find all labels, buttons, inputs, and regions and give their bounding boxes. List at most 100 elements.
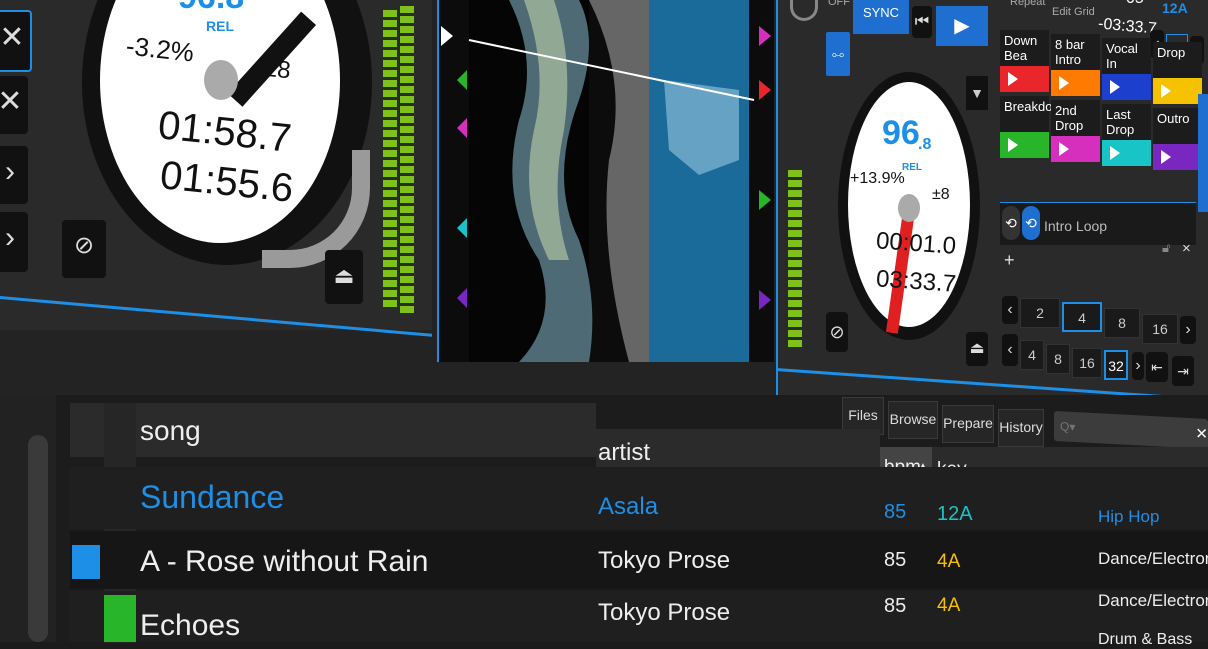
row-color-marker	[104, 595, 136, 642]
hot-cue-grid: Down Bea 8 bar Intro Vocal In Drop Breakdow 2…	[1000, 30, 1202, 226]
chevron-right-icon[interactable]: ›	[0, 146, 28, 204]
sidebar-scrollbar[interactable]	[28, 435, 48, 642]
beatjump-button[interactable]: 8	[1104, 308, 1140, 338]
add-loop-button[interactable]: +	[1004, 250, 1015, 271]
right-level-meter	[788, 170, 802, 350]
close-icon[interactable]: ✕	[0, 10, 32, 72]
hot-cue-pad[interactable]: Down Bea	[1000, 30, 1049, 92]
tab-history[interactable]: History	[998, 409, 1044, 447]
hot-cue-trigger[interactable]	[1051, 136, 1100, 162]
hot-cue-trigger[interactable]	[1153, 78, 1202, 104]
repeat-label[interactable]: Repeat	[1010, 0, 1045, 8]
time-elapsed: 00:01.0	[875, 227, 957, 260]
track-genre: Dance/Electronic	[1098, 591, 1208, 610]
sync-button[interactable]: SYNC	[853, 0, 909, 34]
previous-icon[interactable]: ⏮	[912, 6, 932, 38]
bpm-int: 96	[882, 114, 920, 152]
autoloop-button[interactable]: 4	[1020, 340, 1044, 370]
rel-label: REL	[206, 18, 234, 34]
play-icon	[1008, 72, 1018, 86]
link-icon[interactable]: ⧟	[826, 32, 850, 76]
left-level-meter	[383, 10, 397, 310]
track-key: 12A	[937, 503, 973, 525]
play-icon	[1161, 84, 1171, 98]
loop-active-icon[interactable]: ⟲	[1022, 206, 1040, 240]
hot-cue-pad[interactable]: Drop	[1153, 42, 1202, 104]
chevron-right-icon[interactable]: ›	[0, 212, 28, 272]
hot-cue-pad[interactable]: Last Drop	[1102, 104, 1151, 166]
dropdown-icon[interactable]: ▼	[966, 76, 988, 110]
hot-cue-pad[interactable]: Outro	[1153, 108, 1202, 170]
bpm-readout: 96.8	[178, 0, 244, 17]
loop-icon[interactable]: ⟲	[1002, 206, 1020, 240]
track-artist: Tokyo Prose	[598, 599, 731, 626]
track-song: Echoes	[140, 609, 241, 642]
search-input[interactable]	[1058, 415, 1192, 445]
close-icon[interactable]: ✕	[0, 76, 28, 134]
eject-icon[interactable]: ⏏	[325, 250, 363, 304]
chevron-right-icon[interactable]: ›	[1180, 316, 1196, 344]
play-icon	[1161, 150, 1171, 164]
column-header-song[interactable]: song	[140, 415, 201, 447]
hot-cue-label: Drop	[1153, 42, 1202, 78]
column-header-artist[interactable]: artist	[598, 439, 650, 467]
hot-cue-trigger[interactable]	[1000, 132, 1049, 158]
tab-browse[interactable]: Browse	[888, 401, 938, 439]
hot-cue-pad[interactable]: Breakdow	[1000, 96, 1062, 158]
autoloop-button[interactable]: 32	[1104, 350, 1128, 380]
track-bpm: 85	[884, 501, 907, 523]
beatjump-button[interactable]: 4	[1062, 302, 1102, 332]
track-key: 4A	[937, 551, 961, 572]
chevron-left-icon[interactable]: ‹	[1002, 334, 1018, 366]
hot-cue-trigger[interactable]	[1153, 144, 1202, 170]
decks-area: ✕ ✕ › › 96.8 REL -3.2% ±8 01:58.7 01:55.…	[0, 0, 1208, 402]
hot-cue-trigger[interactable]	[1051, 70, 1100, 96]
time-remaining: 03:33.7	[875, 265, 957, 298]
platter-hub	[204, 60, 238, 100]
play-button[interactable]: ▶	[936, 6, 988, 46]
loop-double-icon[interactable]: ⇥	[1172, 356, 1194, 386]
off-label: OFF	[828, 0, 850, 8]
hot-cue-label: Vocal In	[1102, 38, 1151, 74]
rel-label: REL	[902, 162, 922, 173]
hot-cue-trigger[interactable]	[1102, 140, 1151, 166]
close-icon[interactable]: ✕	[1195, 424, 1208, 443]
track-genre: Dance/Electronic	[1098, 549, 1208, 568]
hot-cue-label: 2nd Drop	[1051, 100, 1100, 136]
hot-cue-trigger[interactable]	[1000, 66, 1049, 92]
play-icon	[1008, 138, 1018, 152]
eject-icon[interactable]: ⏏	[966, 332, 988, 366]
slip-icon[interactable]: ⊘	[62, 220, 106, 278]
autoloop-button[interactable]: 16	[1072, 348, 1102, 378]
slip-icon[interactable]: ⊘	[826, 312, 848, 352]
hot-cue-label: 8 bar Intro	[1051, 34, 1100, 70]
search-box[interactable]: ✕	[1054, 410, 1208, 450]
beatjump-button[interactable]: 16	[1142, 314, 1178, 344]
pitch-readout: +13.9%	[850, 170, 905, 187]
hot-cue-label: Outro	[1153, 108, 1202, 144]
edit-grid-label[interactable]: Edit Grid	[1052, 6, 1095, 18]
loop-half-icon[interactable]: ⇤	[1146, 352, 1168, 382]
track-song: A - Rose without Rain	[140, 545, 429, 578]
beatjump-button[interactable]: 2	[1020, 298, 1060, 328]
autoloop-button[interactable]: 8	[1046, 344, 1070, 374]
close-button[interactable]: ×	[1182, 240, 1191, 257]
video-icon	[72, 545, 100, 579]
hot-cue-label: Last Drop	[1102, 104, 1151, 140]
chevron-left-icon[interactable]: ‹	[1002, 296, 1018, 324]
hot-cue-label: Breakdow	[1000, 96, 1062, 132]
cue-scroll-tab[interactable]	[1198, 94, 1208, 212]
tab-prepare[interactable]: Prepare	[942, 405, 994, 443]
play-icon	[1059, 142, 1069, 156]
hot-cue-trigger[interactable]	[1102, 74, 1151, 100]
hot-cue-pad[interactable]: 8 bar Intro	[1051, 34, 1100, 96]
time-top: 05	[1126, 0, 1144, 8]
chevron-right-icon[interactable]: ›	[1132, 352, 1144, 380]
platter-hub	[898, 194, 920, 222]
hot-cue-pad[interactable]: 2nd Drop	[1051, 100, 1100, 162]
waveform-area[interactable]	[437, 0, 774, 362]
lock-icon[interactable]: 🔓︎	[1162, 240, 1170, 256]
hot-cue-pad[interactable]: Vocal In	[1102, 38, 1151, 100]
loop-name: Intro Loop	[1044, 218, 1108, 234]
bpm-decimal: .8	[918, 136, 932, 153]
